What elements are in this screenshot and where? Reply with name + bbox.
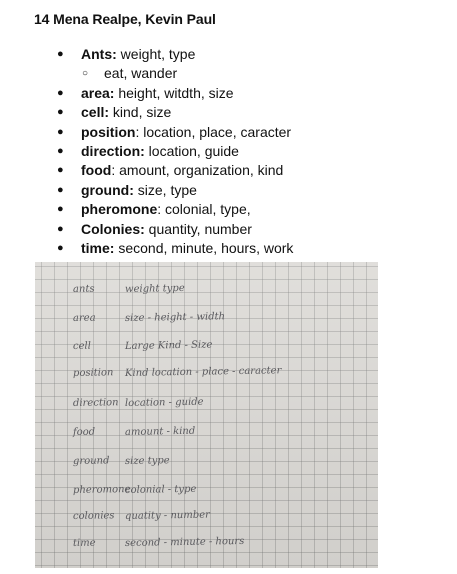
handwritten-row: pheromone colonial - type — [35, 483, 378, 505]
list-item-term: ground: — [81, 181, 134, 198]
list-item-description: : amount, organization, kind — [111, 162, 284, 179]
list-item-ground: ● ground: size, type — [56, 181, 293, 200]
list-item-description: location, guide — [144, 143, 239, 160]
bullet-icon: ● — [57, 48, 64, 60]
handwritten-row: cell Large Kind - Size — [35, 339, 378, 361]
handwritten-term: cell — [72, 340, 92, 352]
handwritten-term: colonies — [72, 510, 115, 522]
list-item-description: : colonial, type, — [157, 201, 251, 218]
handwritten-row: ground size type — [35, 455, 378, 476]
handwritten-description: amount - kind — [124, 425, 196, 438]
handwritten-description: size - height - width — [124, 311, 226, 324]
bullet-icon: ● — [57, 145, 64, 158]
list-item-term: pheromone — [81, 201, 158, 218]
list-item-term: position — [81, 123, 136, 140]
bullet-icon: ● — [57, 164, 64, 177]
sub-list-item: ○ eat, wander — [56, 64, 293, 83]
list-item-time: ● time: second, minute, hours, work — [56, 239, 293, 258]
list-item-ants: ● Ants: weight, type — [56, 45, 293, 64]
list-item-description: weight, type — [116, 46, 196, 62]
list-item-direction: ● direction: location, guide — [56, 142, 293, 161]
hollow-bullet-icon: ○ — [82, 68, 89, 80]
list-item-description: size, type — [133, 181, 197, 198]
handwritten-term: direction — [72, 397, 119, 409]
list-item-position: ● position: location, place, caracter — [56, 123, 293, 142]
list-item-description: second, minute, hours, work — [114, 240, 294, 257]
handwritten-description: quatity - number — [124, 509, 210, 522]
handwritten-row: colonies quatity - number — [35, 509, 378, 531]
list-item-term: cell: — [81, 104, 110, 121]
handwritten-term: ants — [72, 283, 95, 295]
bullet-icon: ● — [57, 106, 64, 119]
handwritten-description: Large Kind - Size — [124, 339, 213, 352]
list-item-term: Ants: — [81, 46, 117, 62]
handwritten-term: area — [72, 312, 96, 324]
handwritten-description: colonial - type — [124, 483, 197, 496]
handwritten-notes-photo: ants weight type area size - height - wi… — [35, 262, 378, 568]
handwritten-description: second - minute - hours — [124, 535, 245, 549]
list-item-cell: ● cell: kind, size — [56, 103, 293, 122]
handwritten-term: time — [72, 537, 96, 549]
handwritten-description: weight type — [124, 282, 185, 295]
handwritten-row: food amount - kind — [35, 425, 378, 447]
bullet-icon: ● — [57, 183, 64, 196]
bullet-icon: ● — [57, 203, 64, 216]
handwritten-description: location - guide — [124, 396, 204, 409]
handwritten-description: Kind location - place - caracter — [124, 365, 282, 379]
bullet-icon: ● — [57, 125, 64, 138]
handwritten-description: size type — [124, 455, 170, 467]
bullet-icon: ● — [57, 86, 64, 99]
keyword-bullet-list: ● Ants: weight, type ○ eat, wander ● are… — [56, 45, 293, 258]
list-item-pheromone: ● pheromone: colonial, type, — [56, 200, 293, 219]
handwritten-row: area size - height - width — [35, 311, 378, 333]
handwritten-term: pheromone — [72, 483, 131, 496]
list-item-description: height, witdth, size — [114, 84, 234, 101]
handwritten-term: ground — [72, 455, 110, 467]
handwritten-row: ants weight type — [35, 282, 378, 304]
list-item-food: ● food: amount, organization, kind — [56, 161, 293, 180]
bullet-icon: ● — [57, 222, 64, 235]
bullet-icon: ● — [57, 242, 64, 255]
list-item-area: ● area: height, witdth, size — [56, 84, 293, 103]
handwritten-term: position — [72, 367, 114, 379]
list-item-colonies: ● Colonies: quantity, number — [56, 220, 293, 239]
handwritten-row: time second - minute - hours — [35, 535, 378, 558]
handwritten-row: position Kind location - place - caracte… — [35, 365, 378, 388]
list-item-term: direction: — [81, 143, 145, 160]
list-item-term: Colonies: — [81, 220, 145, 237]
document-title: 14 Mena Realpe, Kevin Paul — [34, 11, 216, 27]
list-item-description: quantity, number — [144, 220, 252, 237]
sub-list-item-text: eat, wander — [104, 65, 178, 82]
handwritten-row: direction location - guide — [35, 396, 378, 418]
list-item-term: time: — [81, 240, 115, 257]
list-item-description: kind, size — [109, 104, 172, 121]
list-item-description: : location, place, caracter — [135, 123, 292, 140]
list-item-term: area: — [81, 84, 115, 101]
handwritten-term: food — [72, 426, 96, 438]
list-item-term: food — [81, 162, 112, 179]
